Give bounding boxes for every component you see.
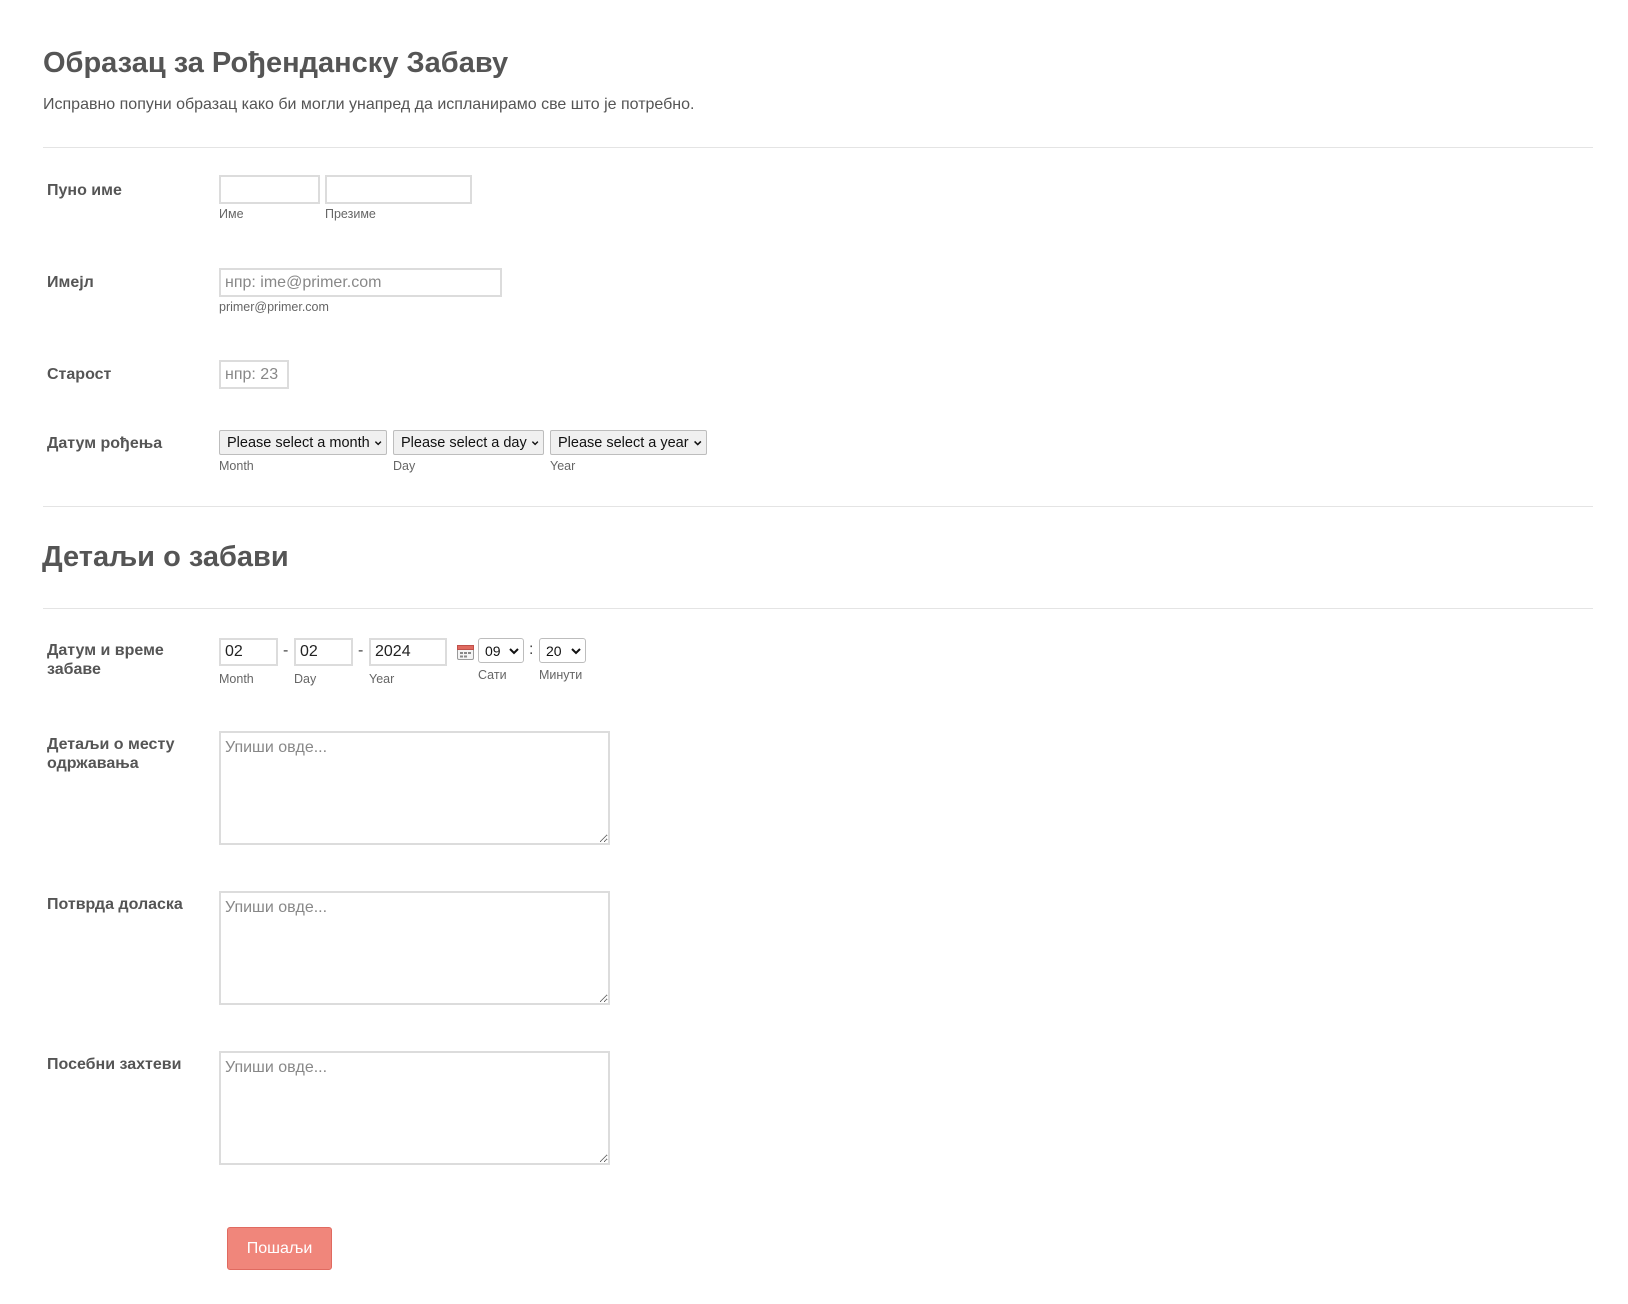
- party-minute-value: 20: [546, 642, 562, 659]
- party-hour-select[interactable]: 09: [478, 638, 524, 663]
- party-month-sublabel: Month: [219, 672, 254, 686]
- date-separator: -: [358, 642, 364, 659]
- birth-year-select-value: Please select a year: [558, 434, 689, 451]
- time-separator: :: [529, 641, 534, 658]
- party-datetime-label: Датум и време забаве: [47, 642, 164, 678]
- chevron-down-icon: [531, 440, 539, 445]
- special-requests-textarea[interactable]: [219, 1051, 610, 1165]
- date-separator: -: [283, 642, 289, 659]
- first-name-input[interactable]: [219, 175, 320, 204]
- party-hour-sublabel: Сати: [478, 668, 507, 682]
- party-hour-value: 09: [485, 642, 501, 659]
- party-year-sublabel: Year: [369, 672, 395, 686]
- party-minute-select[interactable]: 20: [539, 638, 586, 663]
- last-name-sublabel: Презиме: [325, 207, 376, 221]
- age-label: Старост: [47, 366, 112, 383]
- submit-button[interactable]: Пошаљи: [227, 1227, 332, 1270]
- age-input[interactable]: [219, 360, 289, 389]
- form-subtitle: Исправно попуни образац како би могли ун…: [43, 96, 695, 113]
- calendar-icon[interactable]: [457, 644, 474, 660]
- divider: [43, 147, 1593, 148]
- party-month-input[interactable]: [219, 638, 278, 666]
- birth-date-label: Датум рођења: [47, 435, 163, 452]
- divider: [43, 506, 1593, 507]
- birth-year-select[interactable]: Please select a year: [550, 430, 707, 455]
- birth-year-sublabel: Year: [550, 459, 576, 473]
- email-sublabel: primer@primer.com: [219, 300, 329, 314]
- chevron-down-icon: [571, 647, 581, 654]
- last-name-input[interactable]: [325, 175, 472, 204]
- full-name-label: Пуно име: [47, 182, 122, 199]
- form-title: Образац за Рођенданску Забаву: [43, 47, 509, 79]
- birth-month-select-value: Please select a month: [227, 434, 370, 451]
- chevron-down-icon: [693, 440, 701, 446]
- birth-day-sublabel: Day: [393, 459, 416, 473]
- special-requests-label: Посебни захтеви: [47, 1056, 182, 1073]
- rsvp-textarea[interactable]: [219, 891, 610, 1005]
- first-name-sublabel: Име: [219, 207, 244, 221]
- divider: [43, 608, 1593, 609]
- party-minute-sublabel: Минути: [539, 668, 583, 682]
- venue-details-textarea[interactable]: [219, 731, 610, 845]
- section-title-party-details: Детаљи о забави: [42, 541, 289, 573]
- party-day-sublabel: Day: [294, 672, 317, 686]
- rsvp-label: Потврда доласка: [47, 896, 183, 913]
- email-label: Имејл: [47, 274, 94, 291]
- birthday-party-form: Образац за Рођенданску Забаву Исправно п…: [0, 0, 1628, 1304]
- birth-day-select-value: Please select a day: [401, 434, 527, 451]
- birth-day-select[interactable]: Please select a day: [393, 430, 544, 455]
- party-year-input[interactable]: [369, 638, 447, 666]
- email-input[interactable]: [219, 268, 502, 297]
- chevron-down-icon: [374, 440, 382, 445]
- birth-month-sublabel: Month: [219, 459, 254, 473]
- submit-button-label: Пошаљи: [246, 1239, 313, 1257]
- birth-month-select[interactable]: Please select a month: [219, 430, 387, 455]
- chevron-down-icon: [509, 647, 519, 654]
- party-day-input[interactable]: [294, 638, 353, 666]
- venue-details-label: Детаљи о месту одржавања: [47, 736, 175, 772]
